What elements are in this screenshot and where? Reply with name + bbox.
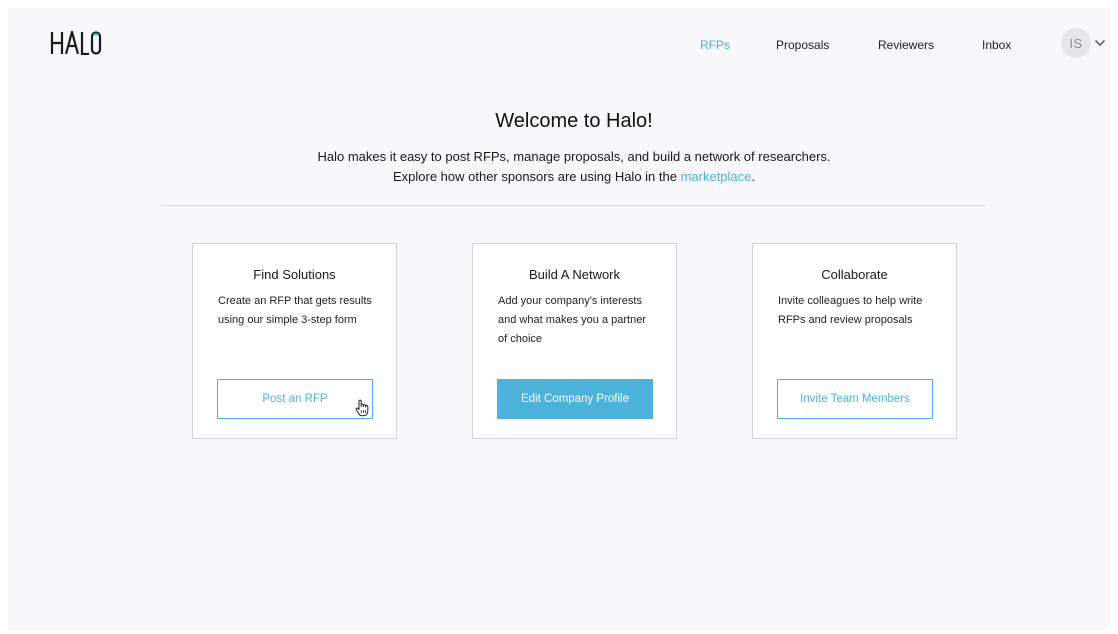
card-title: Build A Network [528, 267, 621, 282]
section-divider [162, 205, 986, 206]
intro-text: Halo makes it easy to post RFPs, manage … [8, 147, 1118, 187]
hand-cursor-icon [355, 399, 369, 417]
app-window: RFPs Proposals Reviewers Inbox IS Welcom… [8, 8, 1110, 630]
card-description: Add your company's interests and what ma… [498, 295, 646, 345]
nav-rfps[interactable]: RFPs [700, 38, 730, 52]
chevron-down-icon[interactable] [1094, 39, 1106, 47]
edit-company-profile-button[interactable]: Edit Company Profile [497, 379, 653, 419]
nav-inbox[interactable]: Inbox [982, 38, 1011, 52]
invite-team-members-button[interactable]: Invite Team Members [777, 379, 933, 419]
card-description: Create an RFP that gets results using ou… [218, 295, 372, 326]
card-collaborate: Collaborate Invite colleagues to help wr… [752, 243, 957, 439]
intro-line-2-text: Explore how other sponsors are using Hal… [392, 169, 681, 184]
top-nav: RFPs Proposals Reviewers Inbox [8, 38, 1110, 58]
intro-line-1: Halo makes it easy to post RFPs, manage … [317, 149, 831, 164]
card-description: Invite colleagues to help write RFPs and… [778, 295, 923, 326]
intro-line-2-suffix: . [751, 169, 756, 184]
intro-line-2: Explore how other sponsors are using Hal… [8, 167, 1118, 187]
card-title: Collaborate [821, 267, 888, 282]
user-avatar[interactable]: IS [1061, 28, 1091, 58]
nav-reviewers[interactable]: Reviewers [878, 38, 934, 52]
page-title: Welcome to Halo! [495, 110, 653, 132]
marketplace-link[interactable]: marketplace [681, 169, 752, 184]
nav-proposals[interactable]: Proposals [776, 38, 829, 52]
card-build-network: Build A Network Add your company's inter… [472, 243, 677, 439]
post-rfp-button[interactable]: Post an RFP [217, 379, 373, 419]
card-title: Find Solutions [253, 267, 336, 282]
